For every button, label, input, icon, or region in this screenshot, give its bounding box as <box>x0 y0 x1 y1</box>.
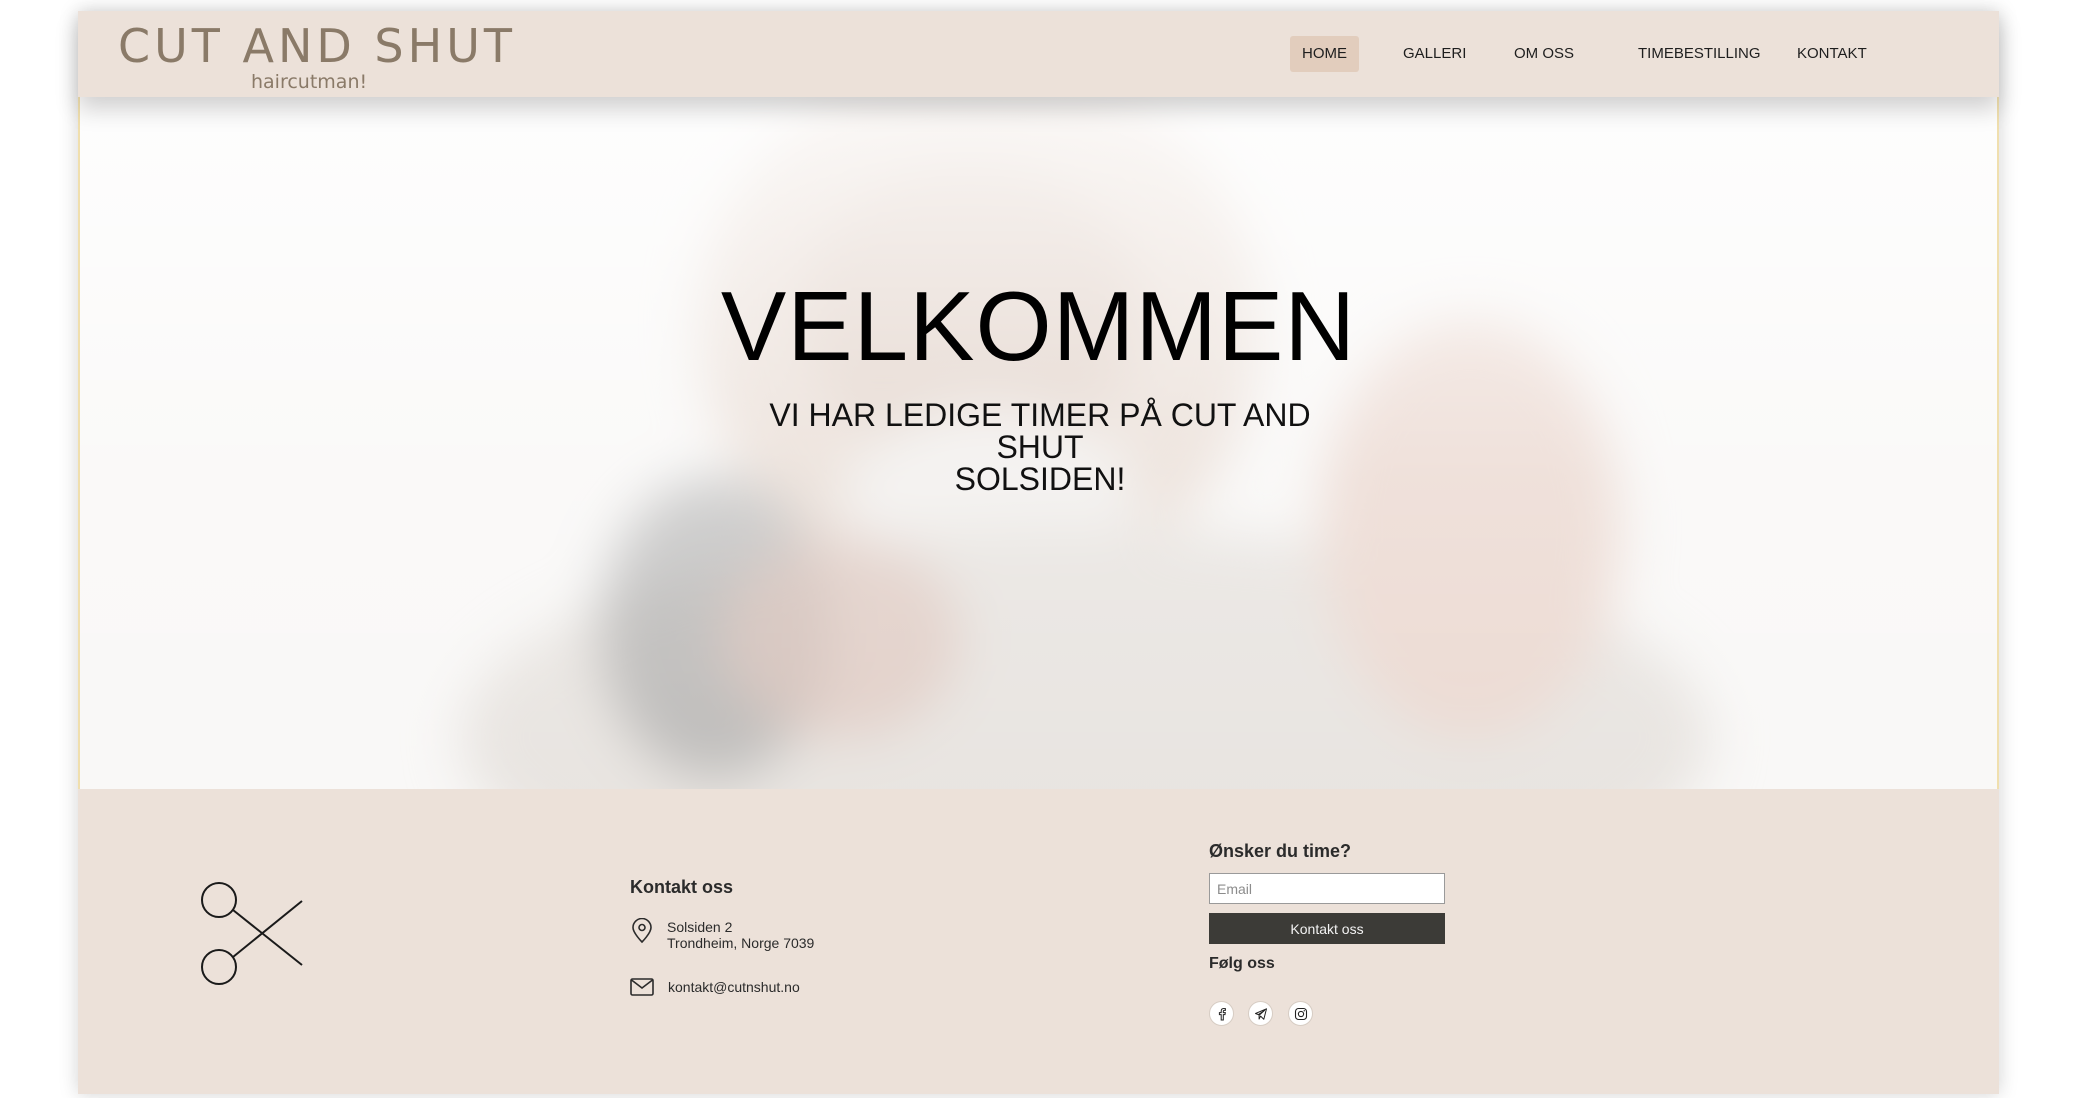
address-line2: Trondheim, Norge 7039 <box>667 935 815 951</box>
hero-subtitle: VI HAR LEDIGE TIMER PÅ CUT AND SHUT SOLS… <box>740 399 1340 495</box>
facebook-icon[interactable] <box>1209 1001 1234 1026</box>
nav-kontakt[interactable]: KONTAKT <box>1785 36 1879 72</box>
contact-button[interactable]: Kontakt oss <box>1209 913 1445 944</box>
nav-galleri[interactable]: GALLERI <box>1391 36 1478 72</box>
hero-subtitle-line2: SOLSIDEN! <box>954 461 1126 497</box>
nav-om-oss[interactable]: OM OSS <box>1502 36 1586 72</box>
hero-section: VELKOMMEN VI HAR LEDIGE TIMER PÅ CUT AND… <box>78 97 1999 789</box>
page: CUT AND SHUT haircutman! HOME GALLERI OM… <box>78 11 1999 1094</box>
instagram-icon[interactable] <box>1288 1001 1313 1026</box>
hero-title: VELKOMMEN <box>720 271 1357 381</box>
booking-title: Ønsker du time? <box>1209 841 1352 861</box>
site-footer: Kontakt oss Solsiden 2 Trondheim, Norge … <box>78 789 1999 1094</box>
site-header: CUT AND SHUT haircutman! HOME GALLERI OM… <box>78 11 1999 97</box>
mail-icon <box>630 978 654 996</box>
hero-subtitle-line1: VI HAR LEDIGE TIMER PÅ CUT AND SHUT <box>769 397 1311 465</box>
contact-email-link[interactable]: kontakt@cutnshut.no <box>668 979 800 995</box>
contact-title: Kontakt oss <box>630 877 734 897</box>
brand-logo[interactable]: CUT AND SHUT <box>118 23 516 69</box>
telegram-icon[interactable] <box>1248 1001 1273 1026</box>
location-pin-icon <box>632 918 652 944</box>
follow-title: Følg oss <box>1209 955 1275 972</box>
email-input[interactable] <box>1209 873 1445 904</box>
brand-tagline: haircutman! <box>251 71 368 93</box>
scissors-icon <box>201 882 303 985</box>
nav-home[interactable]: HOME <box>1290 36 1359 72</box>
nav-timebestilling[interactable]: TIMEBESTILLING <box>1626 36 1773 72</box>
address-line1: Solsiden 2 <box>667 919 733 935</box>
